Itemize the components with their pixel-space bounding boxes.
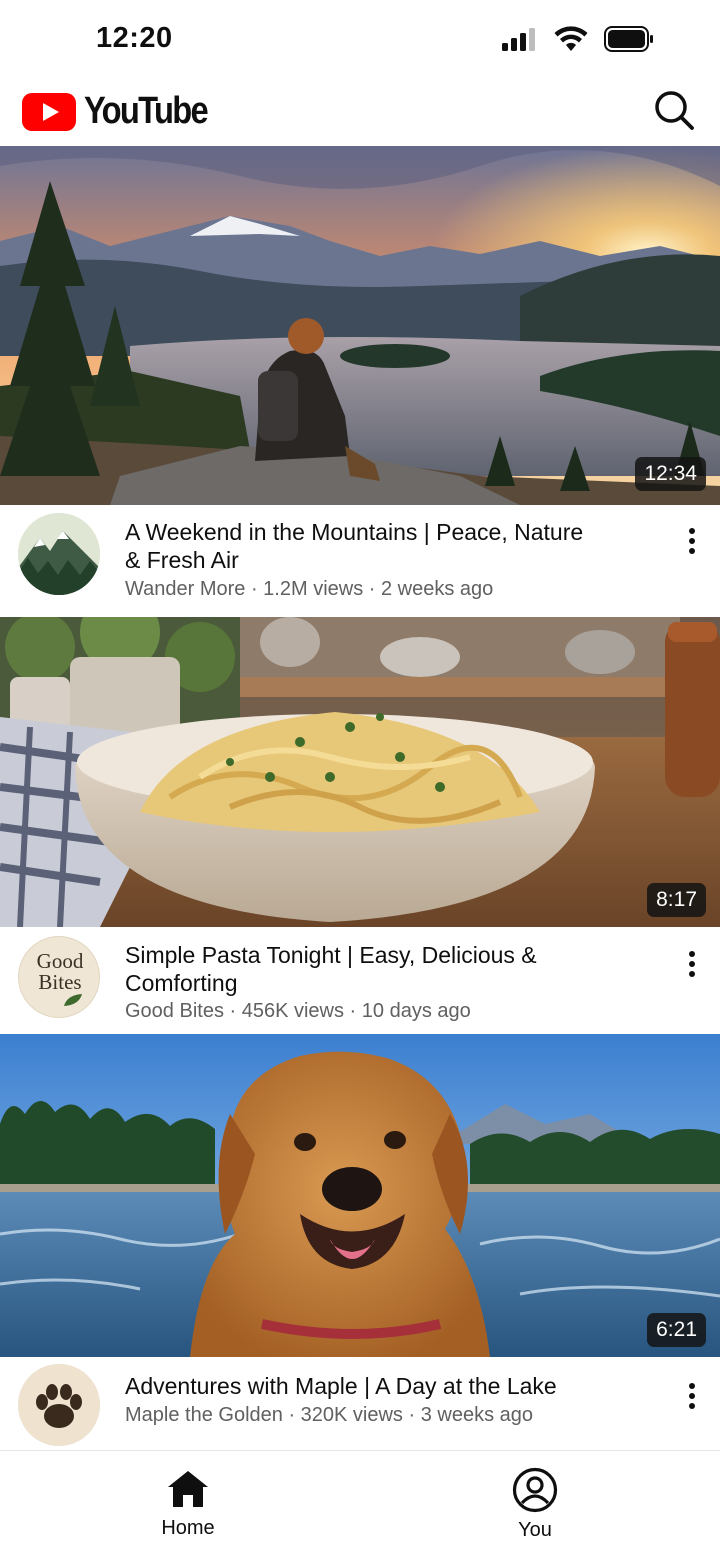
nav-home[interactable]: Home	[118, 1467, 258, 1540]
video-duration: 6:21	[647, 1313, 706, 1347]
wifi-icon	[554, 26, 588, 51]
video-thumbnail[interactable]: 6:21	[0, 1034, 720, 1357]
mountain-logo-icon	[18, 513, 100, 595]
video-title[interactable]: Adventures with Maple | A Day at the Lak…	[125, 1372, 645, 1400]
account-icon	[512, 1467, 558, 1513]
dog-thumbnail-image	[0, 1034, 720, 1357]
video-meta: Good Bites · 456K views · 10 days ago	[125, 1000, 471, 1022]
status-icons	[502, 26, 654, 52]
video-title[interactable]: A Weekend in the Mountains | Peace, Natu…	[125, 518, 585, 574]
mountain-thumbnail-image	[0, 146, 720, 505]
video-duration: 12:34	[635, 457, 706, 491]
youtube-logo[interactable]: YouTube	[22, 90, 227, 133]
video-card[interactable]: 12:34 A Weekend in the Mountains | Peace…	[0, 146, 720, 616]
more-vert-icon	[689, 1383, 695, 1389]
paw-icon	[18, 1364, 100, 1446]
more-options-button[interactable]	[682, 524, 702, 558]
video-meta: Wander More · 1.2M views · 2 weeks ago	[125, 578, 494, 600]
youtube-play-icon	[22, 92, 76, 131]
good-bites-logo: Good Bites	[19, 949, 99, 994]
nav-you-label: You	[518, 1519, 552, 1541]
channel-avatar[interactable]: Good Bites	[18, 936, 100, 1018]
video-meta: Maple the Golden · 320K views · 3 weeks …	[125, 1404, 533, 1426]
home-icon	[168, 1471, 208, 1507]
search-icon	[655, 91, 694, 130]
video-duration: 8:17	[647, 883, 706, 917]
nav-home-label: Home	[161, 1517, 215, 1539]
more-vert-icon	[689, 528, 695, 534]
leaf-icon	[64, 994, 82, 1006]
video-card[interactable]: 8:17 Good Bites Simple Pasta Tonight | E…	[0, 617, 720, 1033]
status-time: 12:20	[96, 22, 173, 54]
video-card[interactable]: 6:21 Adventures with Maple | A Day at th…	[0, 1034, 720, 1448]
avatar-logo-text-2: Bites	[38, 970, 82, 994]
status-bar: 12:20	[0, 0, 720, 78]
cellular-signal-icon	[502, 28, 535, 51]
brand-name: YouTube	[84, 90, 209, 132]
video-title[interactable]: Simple Pasta Tonight | Easy, Delicious &…	[125, 941, 585, 997]
video-thumbnail[interactable]: 8:17	[0, 617, 720, 927]
channel-avatar[interactable]	[18, 513, 100, 595]
pasta-thumbnail-image	[0, 617, 720, 927]
more-vert-icon	[689, 951, 695, 957]
more-options-button[interactable]	[682, 947, 702, 981]
more-options-button[interactable]	[682, 1379, 702, 1413]
video-thumbnail[interactable]: 12:34	[0, 146, 720, 505]
bottom-navigation: Home You	[0, 1450, 720, 1563]
channel-avatar[interactable]	[18, 1364, 100, 1446]
search-button[interactable]	[652, 88, 696, 132]
avatar-logo-text-1: Good	[36, 949, 84, 973]
nav-you[interactable]: You	[465, 1467, 605, 1542]
battery-icon	[604, 26, 653, 52]
app-header: YouTube	[0, 78, 720, 146]
